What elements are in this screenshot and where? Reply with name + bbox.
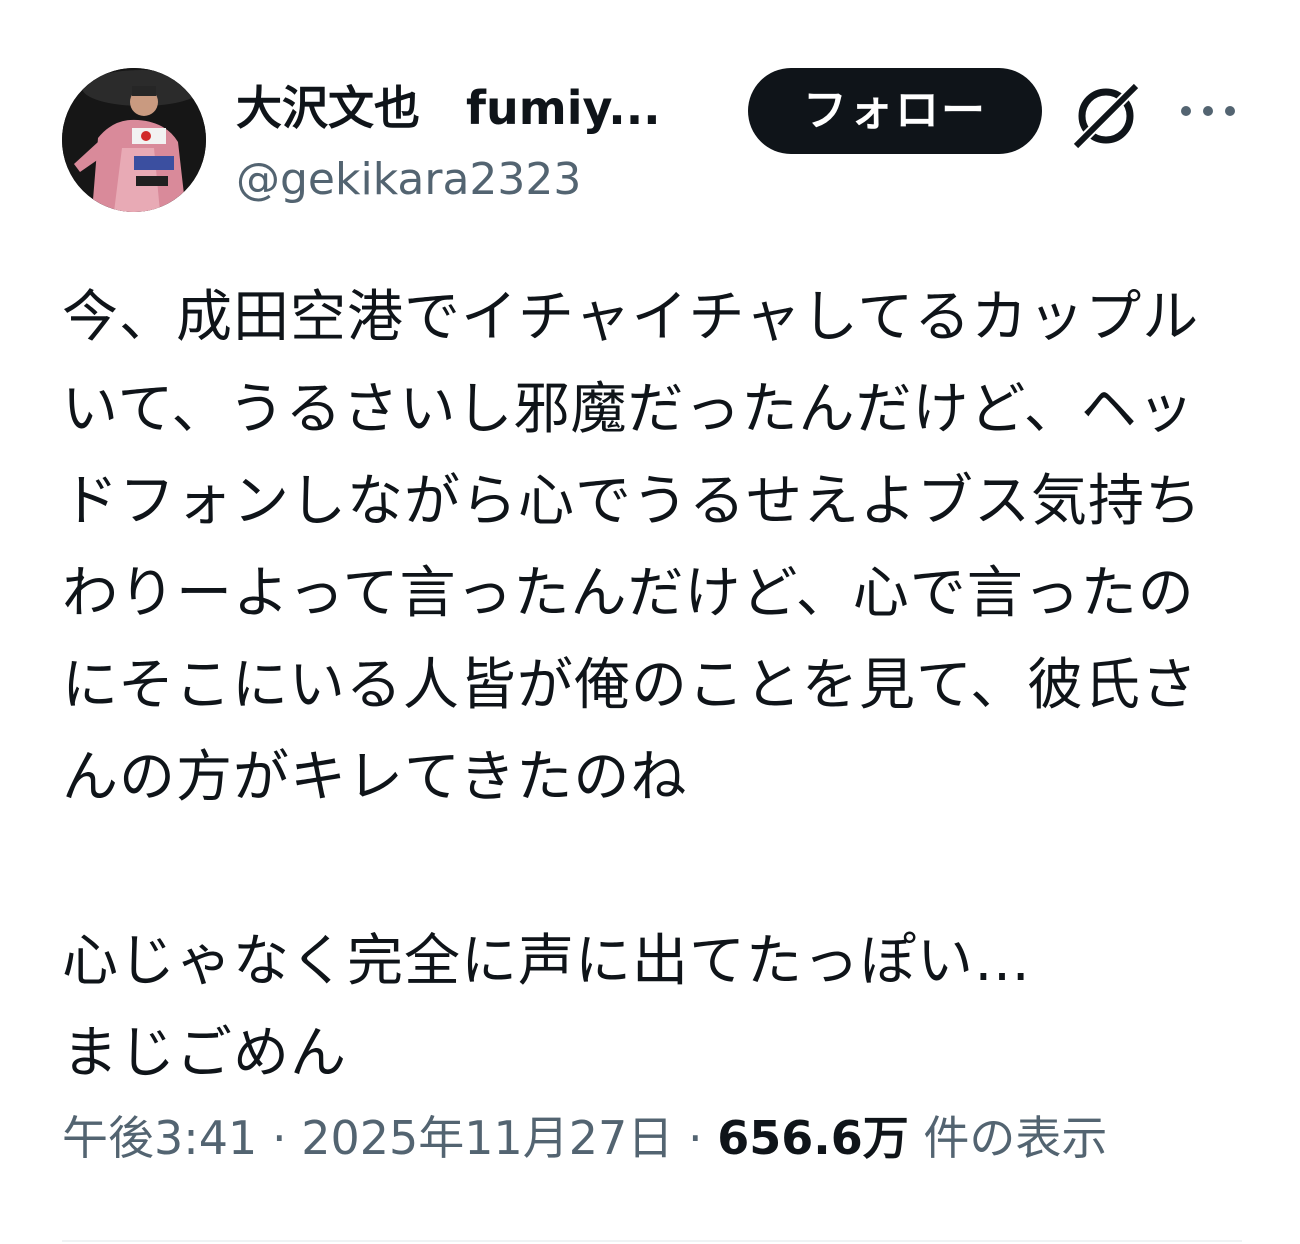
tweet-date[interactable]: 2025年11月27日 [301, 1111, 673, 1165]
author-display-name[interactable]: 大沢文也 fumiy... [236, 80, 716, 136]
author-handle[interactable]: @gekikara2323 [236, 152, 581, 208]
meta-separator: · [271, 1111, 287, 1165]
more-icon[interactable] [1176, 96, 1240, 126]
follow-button[interactable]: フォロー [748, 68, 1042, 154]
tweet-meta: 午後3:41 · 2025年11月27日 · 656.6万 件の表示 [62, 1108, 1107, 1168]
divider [62, 1240, 1242, 1242]
views-count[interactable]: 656.6万 [717, 1111, 909, 1165]
tweet-time[interactable]: 午後3:41 [62, 1111, 257, 1165]
meta-separator: · [687, 1111, 703, 1165]
tweet: 大沢文也 fumiy... @gekikara2323 フォロー 今、成田空港で… [0, 0, 1300, 1244]
views-label: 件の表示 [923, 1111, 1108, 1165]
tweet-text: 今、成田空港でイチャイチャしてるカップルいて、うるさいし邪魔だったんだけど、ヘッ… [62, 285, 1202, 1086]
grok-icon[interactable] [1068, 78, 1144, 154]
avatar[interactable] [62, 68, 206, 212]
avatar-image [62, 68, 206, 212]
